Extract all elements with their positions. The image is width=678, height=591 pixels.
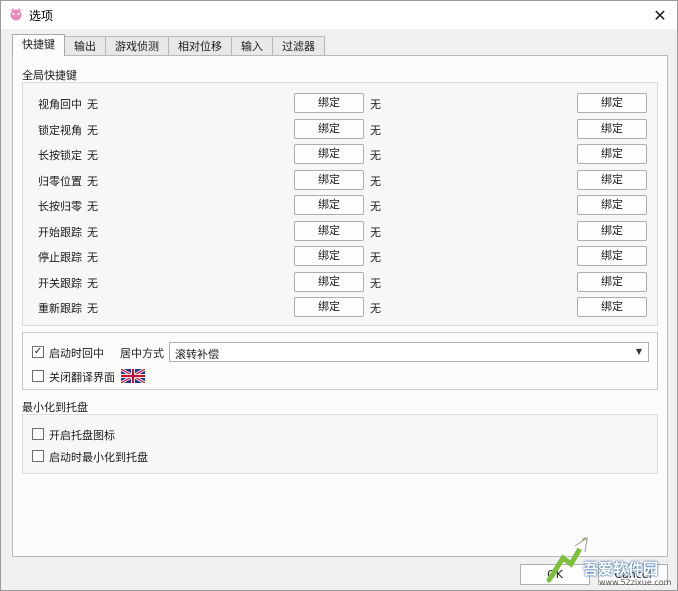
- hotkey-label: 长按归零: [38, 200, 82, 213]
- options-dialog: 选项 ✕ 快捷键 输出 游戏侦测 相对位移 输入 过滤器 全局快捷键 视角回中无…: [0, 0, 678, 591]
- global-hotkeys-title: 全局快捷键: [22, 69, 77, 82]
- minimize-on-start-label: 启动时最小化到托盘: [49, 451, 148, 464]
- tray-group: [22, 414, 658, 474]
- bind-primary-button[interactable]: 绑定: [294, 170, 364, 190]
- bind-primary-button[interactable]: 绑定: [294, 93, 364, 113]
- chevron-down-icon: ▼: [635, 347, 642, 356]
- hotkey-primary-value: 无: [87, 98, 98, 111]
- tab-bar: 快捷键 输出 游戏侦测 相对位移 输入 过滤器: [12, 34, 325, 56]
- bind-secondary-button[interactable]: 绑定: [577, 170, 647, 190]
- center-on-start-checkbox[interactable]: ✓: [32, 346, 44, 358]
- watermark-url: www.52zixue.com: [599, 578, 672, 587]
- center-mode-label: 居中方式: [120, 347, 164, 360]
- bind-secondary-button[interactable]: 绑定: [577, 93, 647, 113]
- hotkey-primary-value: 无: [87, 124, 98, 137]
- watermark-text: 吾爱软件园: [583, 560, 659, 578]
- hotkey-secondary-value: 无: [370, 124, 381, 137]
- bind-primary-button[interactable]: 绑定: [294, 221, 364, 241]
- title-bar: 选项 ✕: [1, 1, 677, 29]
- hotkeys-panel: 全局快捷键 视角回中无绑定无绑定 锁定视角无绑定无绑定 长按锁定无绑定无绑定 归零位置…: [12, 55, 668, 557]
- hotkey-secondary-value: 无: [370, 149, 381, 162]
- enable-tray-checkbox[interactable]: [32, 428, 44, 440]
- hotkey-label: 长按锁定: [38, 149, 82, 162]
- bind-secondary-button[interactable]: 绑定: [577, 144, 647, 164]
- watermark: 吾爱软件园 www.52zixue.com: [541, 536, 678, 591]
- bind-secondary-button[interactable]: 绑定: [577, 297, 647, 317]
- close-translate-label: 关闭翻译界面: [49, 371, 115, 384]
- close-translate-checkbox[interactable]: [32, 370, 44, 382]
- center-on-start-label: 启动时回中: [49, 347, 104, 360]
- bind-secondary-button[interactable]: 绑定: [577, 119, 647, 139]
- close-button[interactable]: ✕: [643, 1, 677, 29]
- hotkey-primary-value: 无: [87, 277, 98, 290]
- hotkey-primary-value: 无: [87, 149, 98, 162]
- hotkey-label: 停止跟踪: [38, 251, 82, 264]
- hotkey-secondary-value: 无: [370, 175, 381, 188]
- bind-secondary-button[interactable]: 绑定: [577, 246, 647, 266]
- hotkey-label: 归零位置: [38, 175, 82, 188]
- tab-relative-offset[interactable]: 相对位移: [168, 36, 232, 56]
- bind-primary-button[interactable]: 绑定: [294, 119, 364, 139]
- minimize-on-start-checkbox[interactable]: [32, 450, 44, 462]
- hotkey-secondary-value: 无: [370, 226, 381, 239]
- tab-input[interactable]: 输入: [231, 36, 273, 56]
- tab-game-detect[interactable]: 游戏侦测: [105, 36, 169, 56]
- close-icon: ✕: [653, 5, 667, 25]
- hotkey-label: 开关跟踪: [38, 277, 82, 290]
- bind-primary-button[interactable]: 绑定: [294, 144, 364, 164]
- hotkey-secondary-value: 无: [370, 251, 381, 264]
- hotkey-label: 开始跟踪: [38, 226, 82, 239]
- tray-group-title: 最小化到托盘: [22, 401, 88, 414]
- tab-output[interactable]: 输出: [64, 36, 106, 56]
- uk-flag-icon[interactable]: [121, 369, 145, 383]
- hotkey-label: 重新跟踪: [38, 302, 82, 315]
- hotkey-primary-value: 无: [87, 226, 98, 239]
- tab-hotkeys[interactable]: 快捷键: [12, 34, 65, 56]
- hotkey-secondary-value: 无: [370, 302, 381, 315]
- hotkey-primary-value: 无: [87, 175, 98, 188]
- bind-secondary-button[interactable]: 绑定: [577, 272, 647, 292]
- tab-filter[interactable]: 过滤器: [272, 36, 325, 56]
- bind-secondary-button[interactable]: 绑定: [577, 221, 647, 241]
- bind-secondary-button[interactable]: 绑定: [577, 195, 647, 215]
- hotkey-secondary-value: 无: [370, 98, 381, 111]
- hotkey-secondary-value: 无: [370, 277, 381, 290]
- hotkey-primary-value: 无: [87, 302, 98, 315]
- app-icon: [10, 8, 22, 21]
- hotkey-label: 视角回中: [38, 98, 82, 111]
- bind-primary-button[interactable]: 绑定: [294, 272, 364, 292]
- hotkey-label: 锁定视角: [38, 124, 82, 137]
- hotkey-primary-value: 无: [87, 200, 98, 213]
- bind-primary-button[interactable]: 绑定: [294, 246, 364, 266]
- bind-primary-button[interactable]: 绑定: [294, 297, 364, 317]
- center-mode-select[interactable]: 滚转补偿 ▼: [169, 342, 649, 362]
- bind-primary-button[interactable]: 绑定: [294, 195, 364, 215]
- window-title: 选项: [29, 9, 54, 23]
- hotkey-primary-value: 无: [87, 251, 98, 264]
- enable-tray-label: 开启托盘图标: [49, 429, 115, 442]
- hotkey-secondary-value: 无: [370, 200, 381, 213]
- center-mode-value: 滚转补偿: [175, 348, 219, 361]
